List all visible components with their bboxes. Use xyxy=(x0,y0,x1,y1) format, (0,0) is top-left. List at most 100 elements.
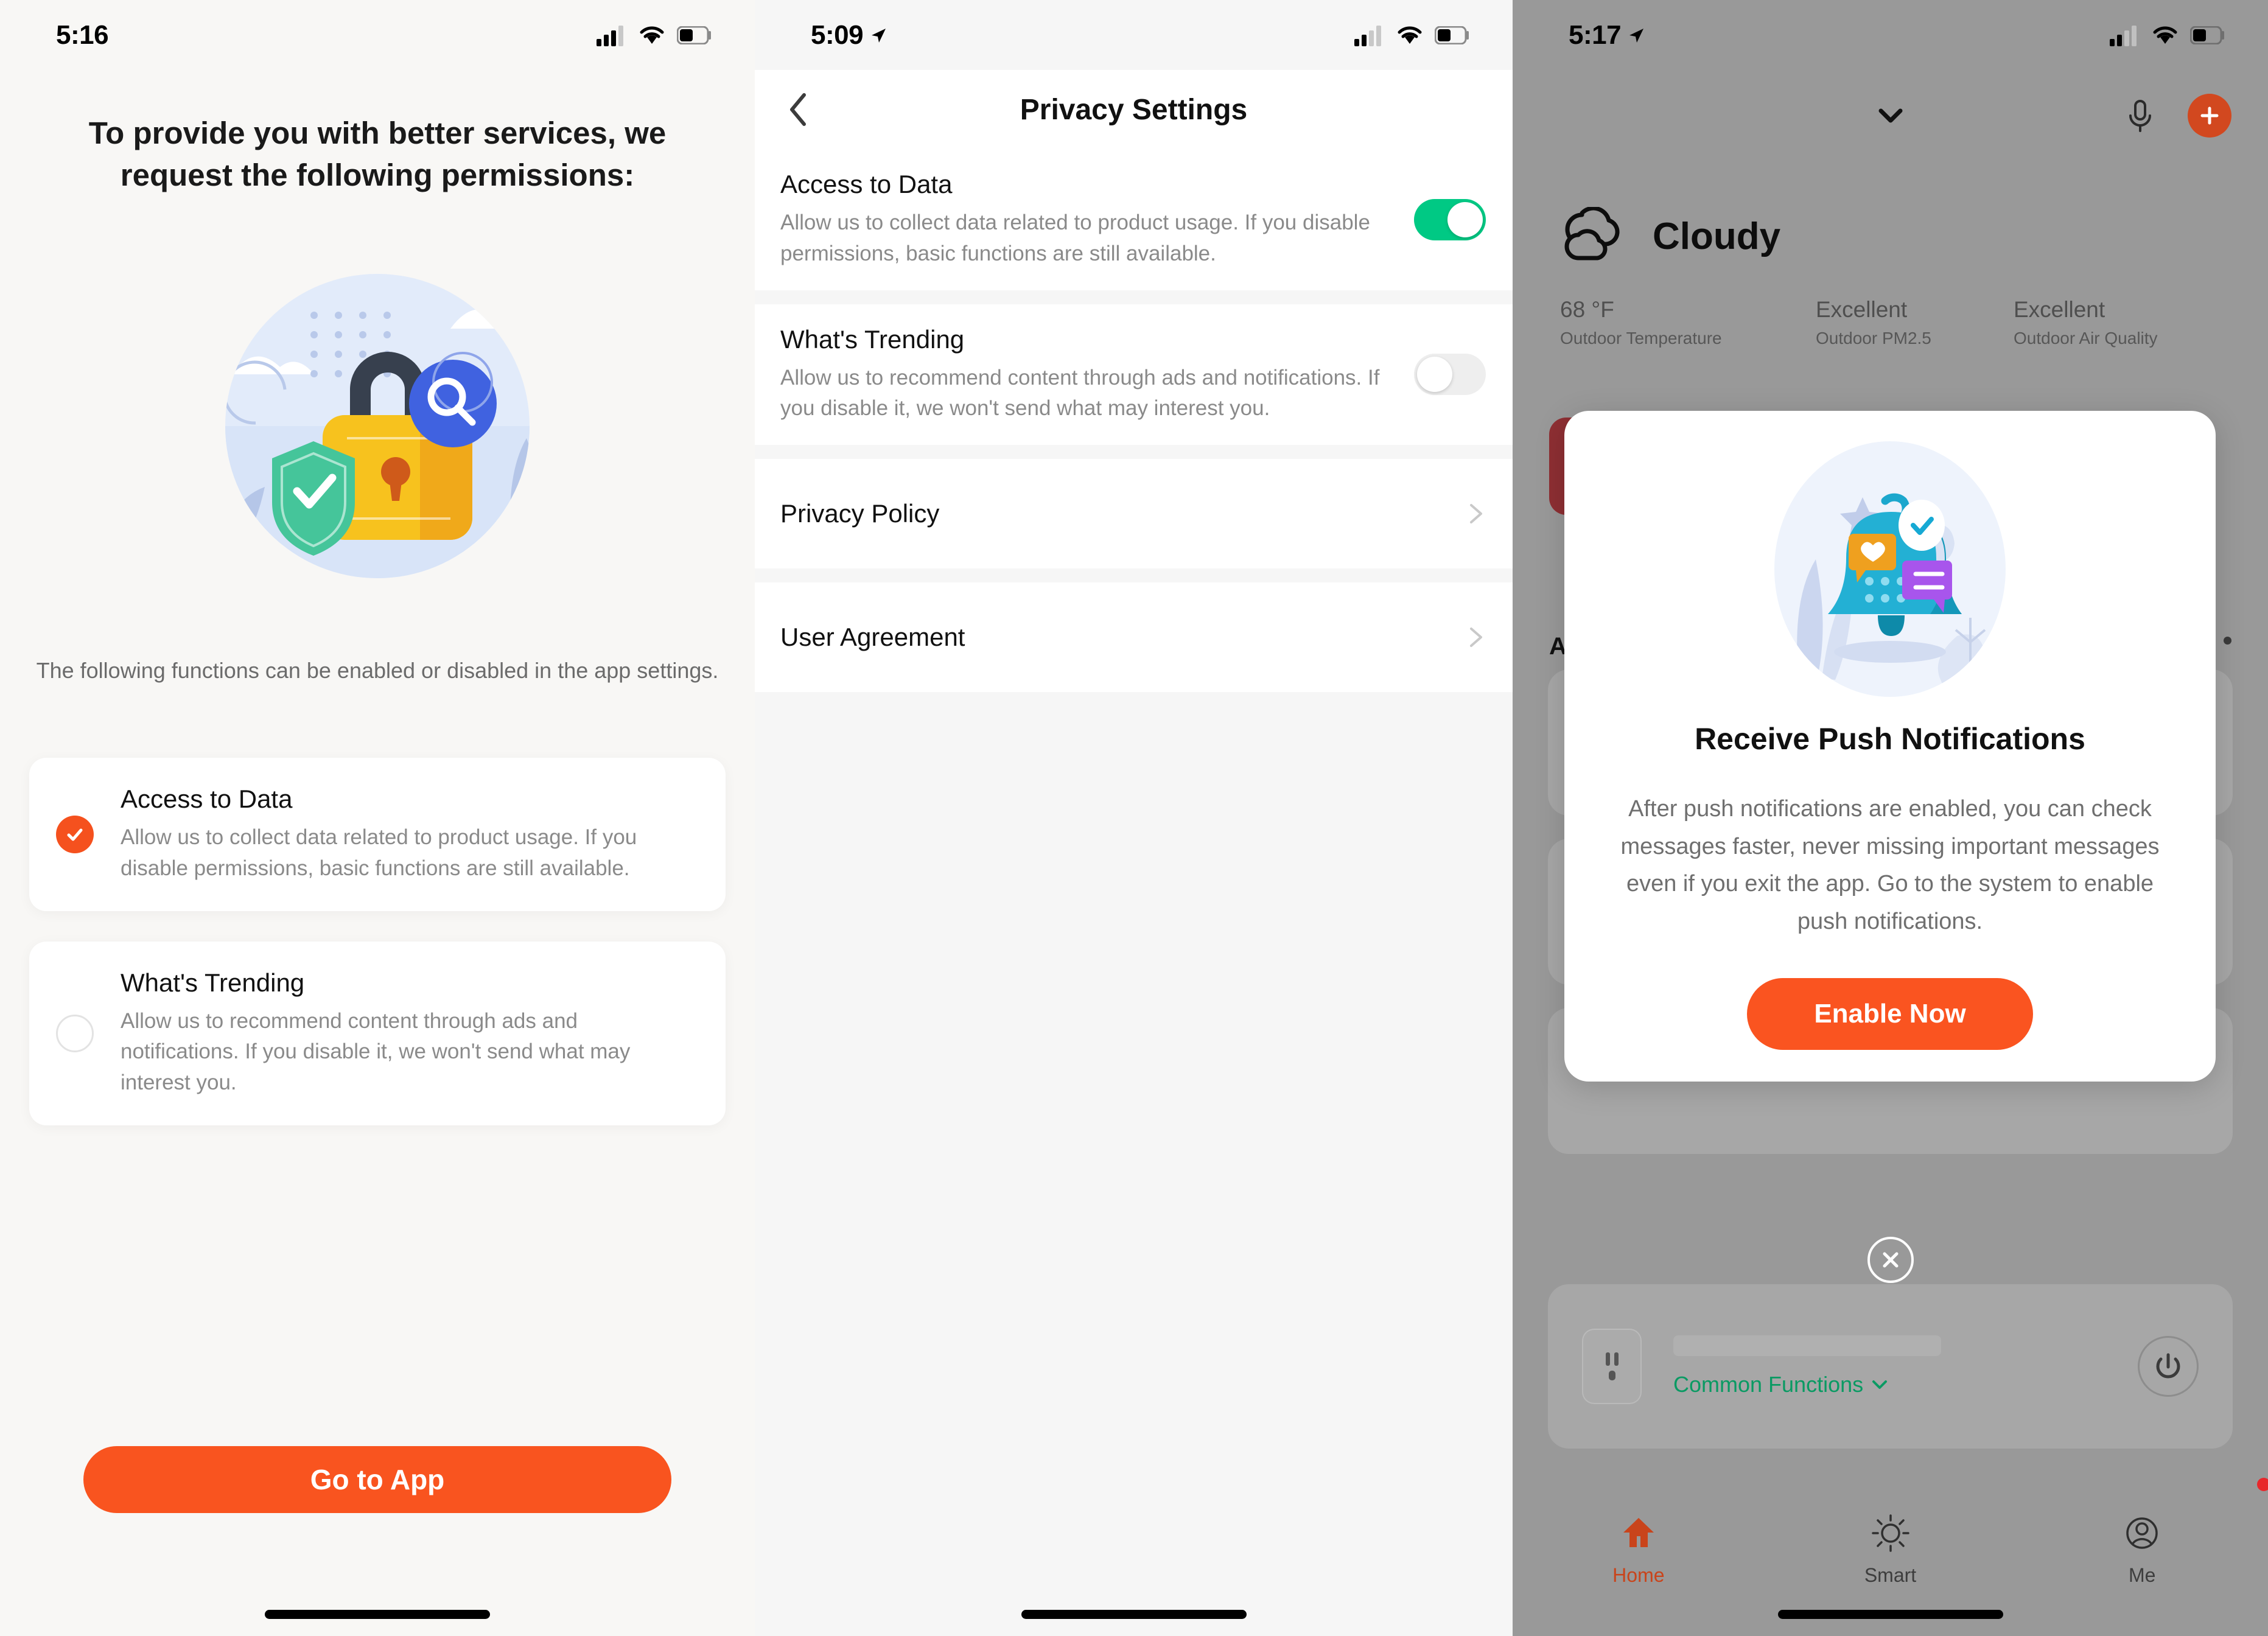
modal-title: Receive Push Notifications xyxy=(1695,722,2085,756)
weather-metric-temperature: 68 °F Outdoor Temperature xyxy=(1560,297,1816,348)
permission-description: Allow us to collect data related to prod… xyxy=(121,825,637,880)
person-icon xyxy=(2126,1517,2158,1549)
power-outlet-icon xyxy=(1582,1329,1642,1404)
setting-title: User Agreement xyxy=(780,623,965,651)
setting-row-body: Access to Data Allow us to collect data … xyxy=(780,170,1414,270)
setting-description: Allow us to recommend content through ad… xyxy=(780,365,1380,421)
list-separator xyxy=(755,445,1513,459)
chevron-down-icon xyxy=(1872,1380,1888,1389)
metric-value: Excellent xyxy=(2014,297,2105,322)
permission-card-access-to-data[interactable]: Access to Data Allow us to collect data … xyxy=(29,758,726,911)
chevron-right-icon xyxy=(1470,504,1482,523)
push-notification-modal: Receive Push Notifications After push no… xyxy=(1564,411,2216,1082)
toggle-whats-trending[interactable] xyxy=(1414,354,1486,396)
push-notification-bell-illustration xyxy=(1774,441,2006,697)
permission-toggle-whats-trending[interactable] xyxy=(29,1014,121,1052)
weather-metrics: 68 °F Outdoor Temperature Excellent Outd… xyxy=(1560,297,2225,348)
panel-permissions: 5:16 To provide you with better services… xyxy=(0,0,755,1636)
status-time-text: 5:09 xyxy=(811,19,864,50)
metric-label: Outdoor Air Quality xyxy=(2014,329,2158,348)
chevron-right-icon xyxy=(1470,627,1482,647)
setting-row-user-agreement[interactable]: User Agreement xyxy=(755,582,1513,692)
permission-card-body: Access to Data Allow us to collect data … xyxy=(121,785,701,884)
sun-icon xyxy=(1871,1514,1909,1552)
home-indicator xyxy=(1021,1610,1247,1619)
wifi-icon xyxy=(640,26,664,44)
device-name-placeholder xyxy=(1673,1335,1941,1356)
home-selector-button[interactable] xyxy=(1872,97,1909,134)
setting-description: Allow us to collect data related to prod… xyxy=(780,211,1370,265)
status-icons xyxy=(2110,24,2225,46)
device-card-smart-plug[interactable]: Common Functions xyxy=(1548,1284,2233,1449)
toggle-knob xyxy=(1447,201,1483,237)
setting-row-whats-trending[interactable]: What's Trending Allow us to recommend co… xyxy=(755,304,1513,445)
setting-row-privacy-policy[interactable]: Privacy Policy xyxy=(755,459,1513,568)
navigation-bar: Privacy Settings xyxy=(755,70,1513,149)
status-icons xyxy=(1354,24,1470,46)
close-icon xyxy=(1883,1252,1898,1268)
common-functions-button[interactable]: Common Functions xyxy=(1673,1372,2138,1397)
radio-empty-icon xyxy=(56,1014,94,1052)
wifi-icon xyxy=(1398,26,1422,44)
home-indicator xyxy=(1777,1610,2003,1619)
setting-title: Access to Data xyxy=(780,170,953,198)
signal-bars-icon xyxy=(597,25,623,46)
chevron-down-icon xyxy=(1878,108,1902,123)
device-power-button[interactable] xyxy=(2138,1336,2199,1397)
cloud-icon xyxy=(1564,207,1620,260)
weather-metric-air-quality: Excellent Outdoor Air Quality xyxy=(2014,297,2158,348)
permission-card-whats-trending[interactable]: What's Trending Allow us to recommend co… xyxy=(29,941,726,1125)
tab-me[interactable]: Me xyxy=(2016,1478,2268,1636)
permission-card-body: What's Trending Allow us to recommend co… xyxy=(121,968,701,1099)
weather-metric-pm25: Excellent Outdoor PM2.5 xyxy=(1816,297,2014,348)
page-subtitle: The following functions can be enabled o… xyxy=(36,658,719,683)
signal-bars-icon xyxy=(2110,25,2137,46)
panel-privacy-settings: 5:09 Privacy Settings Access to Data All… xyxy=(755,0,1513,1636)
setting-title: Privacy Policy xyxy=(780,499,940,528)
plus-icon xyxy=(2200,107,2219,125)
check-icon xyxy=(56,815,94,853)
signal-bars-icon xyxy=(1354,25,1381,46)
add-device-button[interactable] xyxy=(2188,94,2231,138)
status-icons xyxy=(597,24,712,46)
toggle-access-to-data[interactable] xyxy=(1414,198,1486,240)
common-functions-label: Common Functions xyxy=(1673,1372,1864,1397)
weather-condition: Cloudy xyxy=(1653,215,1781,257)
status-time-text: 5:16 xyxy=(56,19,109,50)
home-indicator xyxy=(265,1610,490,1619)
tab-label: Smart xyxy=(1864,1564,1917,1586)
device-card-body: Common Functions xyxy=(1642,1335,2138,1397)
metric-label: Outdoor Temperature xyxy=(1560,329,1722,348)
microphone-icon[interactable] xyxy=(2122,97,2158,134)
status-time: 5:17 xyxy=(1569,20,1645,51)
setting-row-access-to-data[interactable]: Access to Data Allow us to collect data … xyxy=(755,149,1513,290)
back-button[interactable] xyxy=(780,91,817,128)
permission-description: Allow us to recommend content through ad… xyxy=(121,1009,631,1095)
power-icon xyxy=(2156,1353,2180,1379)
status-time: 5:16 xyxy=(56,19,109,51)
chevron-left-icon xyxy=(790,93,806,126)
close-modal-button[interactable] xyxy=(1867,1237,1914,1283)
enable-now-button[interactable]: Enable Now xyxy=(1747,978,2033,1050)
wifi-icon xyxy=(2153,26,2177,44)
tab-label: Home xyxy=(1612,1564,1665,1586)
permission-title: Access to Data xyxy=(121,785,293,813)
home-top-actions xyxy=(2122,94,2231,138)
metric-value: 68 °F xyxy=(1560,297,1614,322)
status-time: 5:09 xyxy=(811,20,887,51)
metric-value: Excellent xyxy=(1816,297,1908,322)
location-arrow-icon xyxy=(872,28,886,43)
go-to-app-button[interactable]: Go to App xyxy=(83,1446,671,1513)
modal-description: After push notifications are enabled, yo… xyxy=(1620,796,2160,934)
toggle-knob xyxy=(1417,357,1452,393)
weather-headline: Cloudy xyxy=(1560,207,2225,265)
battery-icon xyxy=(2190,26,2224,44)
setting-title: What's Trending xyxy=(780,324,965,354)
setting-row-body: What's Trending Allow us to recommend co… xyxy=(780,325,1414,425)
permission-toggle-access-to-data[interactable] xyxy=(29,815,121,853)
weather-summary[interactable]: Cloudy 68 °F Outdoor Temperature Excelle… xyxy=(1560,207,2225,348)
privacy-lock-illustration xyxy=(225,274,530,578)
tab-home[interactable]: Home xyxy=(1513,1479,1765,1636)
home-icon xyxy=(1623,1518,1654,1547)
page-title: Privacy Settings xyxy=(1020,93,1248,126)
